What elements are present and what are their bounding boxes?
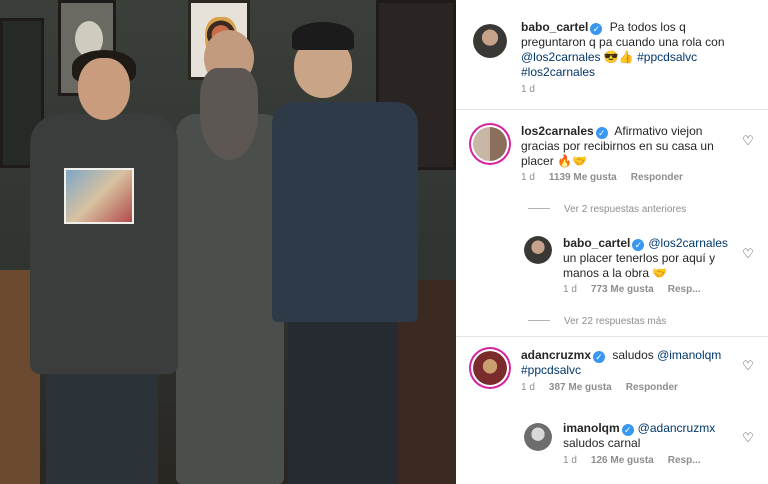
- reply-comment: imanolqm ✓ @adancruzmx saludos carnal: [563, 421, 716, 450]
- heart-outline-icon[interactable]: ♡: [741, 247, 755, 261]
- avatar[interactable]: [524, 236, 552, 264]
- like-count[interactable]: 126 Me gusta: [591, 455, 654, 466]
- hashtag-link[interactable]: #ppcdsalvc: [521, 363, 581, 377]
- check-badge-icon: ✓: [593, 351, 606, 363]
- mention-link[interactable]: @los2carnales: [648, 236, 728, 250]
- reply-button[interactable]: Responder: [626, 382, 678, 393]
- check-badge-icon: ✓: [621, 424, 634, 436]
- reply-button[interactable]: Resp...: [668, 455, 701, 466]
- comment-meta: 1 d 126 Me gusta Resp...: [563, 455, 701, 466]
- mention-link[interactable]: @adancruzmx: [638, 421, 716, 435]
- comment: adancruzmx ✓ saludos @imanolqm #ppcdsalvc: [521, 348, 722, 377]
- reply-button[interactable]: Responder: [631, 172, 683, 183]
- like-count[interactable]: 1139 Me gusta: [549, 172, 617, 183]
- comment-author[interactable]: los2carnales: [521, 124, 594, 138]
- like-count[interactable]: 773 Me gusta: [591, 284, 654, 295]
- reply-comment: babo_cartel ✓ @los2carnales un placer tene…: [563, 236, 728, 280]
- heart-outline-icon[interactable]: ♡: [741, 359, 755, 373]
- avatar[interactable]: [473, 24, 507, 58]
- divider: [456, 109, 768, 110]
- like-count[interactable]: 387 Me gusta: [549, 382, 612, 393]
- comment-author[interactable]: babo_cartel: [563, 236, 630, 250]
- heart-outline-icon[interactable]: ♡: [741, 431, 755, 445]
- comment-meta: 1 d 1139 Me gusta Responder: [521, 172, 683, 183]
- post-caption: babo_cartel ✓ Pa todos los q preguntaron …: [521, 20, 725, 79]
- check-badge-icon: ✓: [590, 23, 603, 35]
- comment-author[interactable]: adancruzmx: [521, 348, 591, 362]
- mention-link[interactable]: @los2carnales: [521, 50, 601, 64]
- post-meta: 1 d: [521, 84, 549, 95]
- comment: los2carnales ✓ Afirmativo viejon gracias …: [521, 124, 714, 168]
- person-cap: [270, 22, 420, 484]
- divider: [456, 336, 768, 337]
- avatar[interactable]: [524, 423, 552, 451]
- view-more-replies[interactable]: Ver 22 respuestas más: [528, 316, 666, 327]
- comment-meta: 1 d 773 Me gusta Resp...: [563, 284, 701, 295]
- avatar[interactable]: [473, 351, 507, 385]
- post-age: 1 d: [521, 84, 535, 95]
- person-hoodie: [22, 50, 182, 484]
- hashtag-link[interactable]: #los2carnales: [521, 65, 595, 79]
- post-photo: [0, 0, 456, 484]
- hashtag-link[interactable]: #ppcdsalvc: [637, 50, 697, 64]
- check-badge-icon: ✓: [632, 239, 645, 251]
- check-badge-icon: ✓: [595, 127, 608, 139]
- mention-link[interactable]: @imanolqm: [657, 348, 721, 362]
- reply-button[interactable]: Resp...: [668, 284, 701, 295]
- heart-outline-icon[interactable]: ♡: [741, 134, 755, 148]
- view-previous-replies[interactable]: Ver 2 respuestas anteriores: [528, 204, 686, 215]
- avatar[interactable]: [473, 127, 507, 161]
- post-author[interactable]: babo_cartel: [521, 20, 588, 34]
- comment-author[interactable]: imanolqm: [563, 421, 620, 435]
- comment-meta: 1 d 387 Me gusta Responder: [521, 382, 678, 393]
